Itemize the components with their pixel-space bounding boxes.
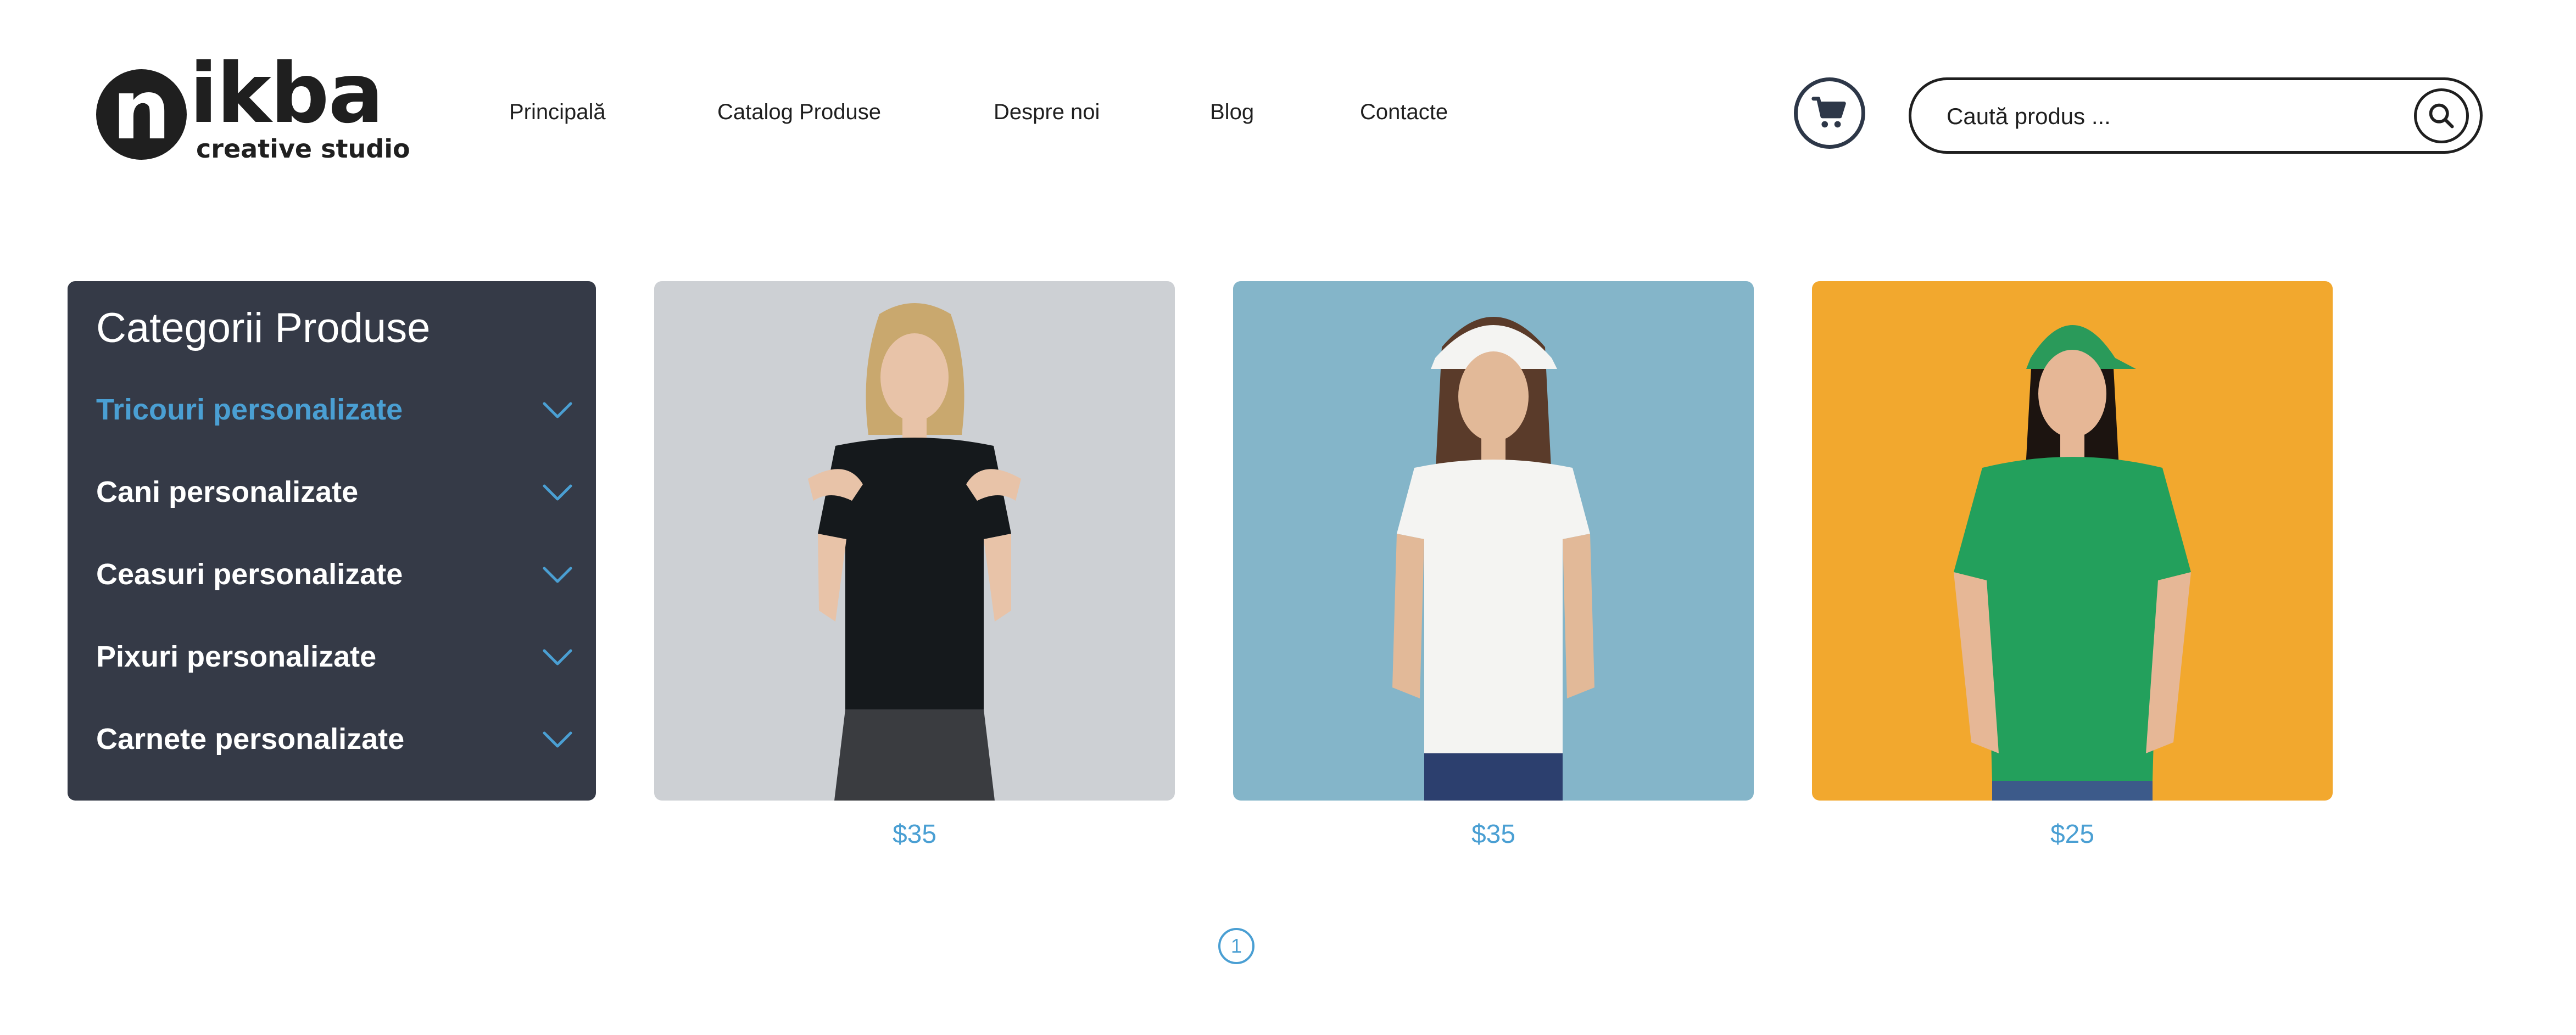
- sidebar-item-label: Cani personalizate: [96, 475, 359, 508]
- sidebar-item-label: Ceasuri personalizate: [96, 558, 403, 591]
- chevron-down-icon[interactable]: [541, 565, 574, 585]
- sidebar-item-tricouri[interactable]: Tricouri personalizate: [96, 383, 574, 438]
- chevron-down-icon[interactable]: [541, 483, 574, 502]
- product-image[interactable]: [1233, 281, 1754, 801]
- category-sidebar: Categorii Produse Tricouri personalizate…: [68, 281, 596, 801]
- product-image[interactable]: [1812, 281, 2333, 801]
- sidebar-item-cani[interactable]: Cani personalizate: [96, 465, 574, 520]
- nav-item-principala[interactable]: Principală: [509, 100, 606, 125]
- nav-item-blog[interactable]: Blog: [1210, 100, 1254, 125]
- nav-item-despre[interactable]: Despre noi: [994, 100, 1100, 125]
- product-image[interactable]: [654, 281, 1175, 801]
- sidebar-item-carnete[interactable]: Carnete personalizate: [96, 712, 574, 767]
- cart-icon: [1811, 97, 1846, 128]
- nav-item-contacte[interactable]: Contacte: [1360, 100, 1448, 125]
- product-price: $25: [2050, 820, 2095, 849]
- chevron-down-icon[interactable]: [541, 730, 574, 749]
- logo-letter: n: [112, 62, 171, 158]
- sidebar-item-label: Tricouri personalizate: [96, 393, 403, 426]
- logo-subtitle: creative studio: [196, 134, 410, 164]
- product-price: $35: [892, 820, 937, 849]
- sidebar-item-pixuri[interactable]: Pixuri personalizate: [96, 630, 574, 685]
- search-input[interactable]: [1945, 97, 2387, 136]
- sidebar-item-label: Pixuri personalizate: [96, 640, 377, 673]
- logo[interactable]: n ikba creative studio: [96, 53, 410, 165]
- logo-mark: n: [96, 69, 187, 160]
- logo-word: ikba: [189, 46, 384, 142]
- search-button[interactable]: [2414, 88, 2469, 143]
- search-bar: [1909, 77, 2483, 154]
- nav-item-catalog[interactable]: Catalog Produse: [717, 100, 881, 125]
- sidebar-title: Categorii Produse: [96, 305, 431, 351]
- sidebar-item-ceasuri[interactable]: Ceasuri personalizate: [96, 547, 574, 602]
- chevron-down-icon[interactable]: [541, 400, 574, 420]
- product-price: $35: [1471, 820, 1516, 849]
- product-card[interactable]: $35: [654, 281, 1175, 849]
- cart-button[interactable]: [1794, 77, 1865, 149]
- pagination-page-1[interactable]: 1: [1218, 928, 1254, 964]
- chevron-down-icon[interactable]: [541, 647, 574, 667]
- product-card[interactable]: $25: [1812, 281, 2333, 849]
- search-icon: [2429, 103, 2454, 128]
- sidebar-item-label: Carnete personalizate: [96, 723, 405, 756]
- product-card[interactable]: $35: [1233, 281, 1754, 849]
